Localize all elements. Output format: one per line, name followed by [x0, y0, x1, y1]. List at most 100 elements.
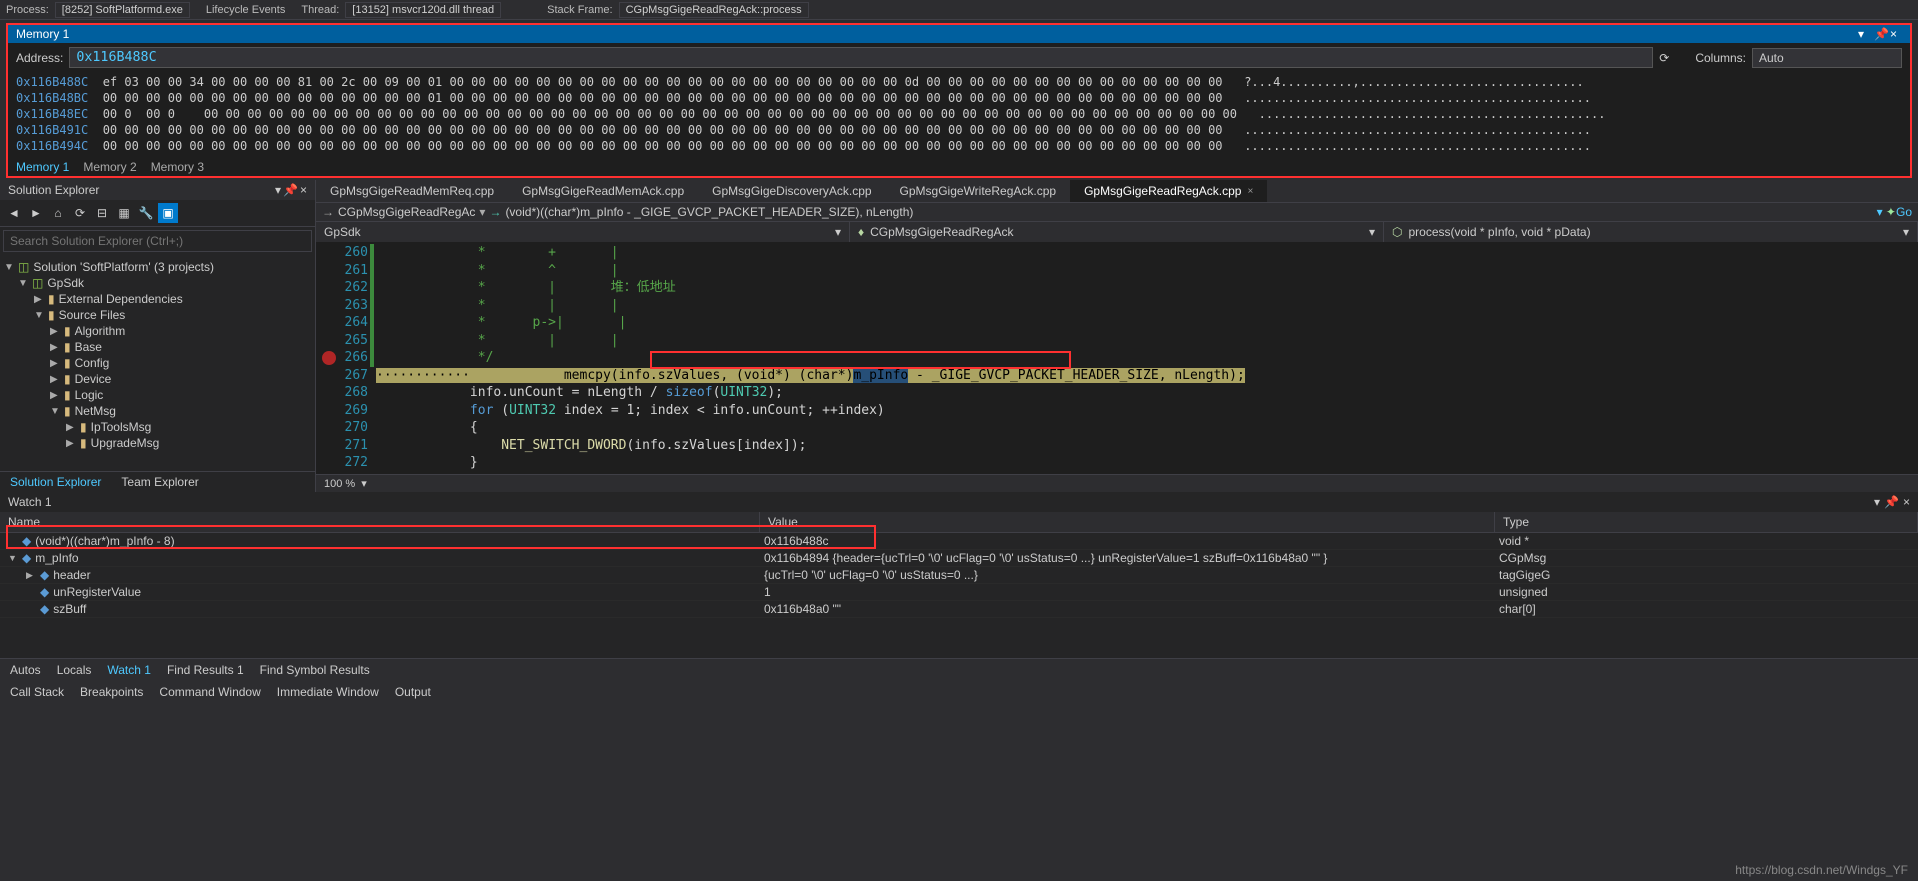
dropdown-icon[interactable]: ▾	[1858, 27, 1870, 39]
close-icon[interactable]: ×	[300, 183, 307, 197]
folder-upgrademsg[interactable]: ▶▮UpgradeMsg	[0, 435, 315, 451]
tab-readmemreq[interactable]: GpMsgGigeReadMemReq.cpp	[316, 180, 508, 202]
project-gpsdk[interactable]: ▼◫GpSdk	[0, 275, 315, 291]
col-header-value[interactable]: Value	[760, 512, 1495, 532]
refresh-icon[interactable]: ⟳	[1659, 51, 1669, 65]
crumb-class[interactable]: CGpMsgGigeReadRegAc	[338, 205, 475, 219]
lifecycle-events-btn[interactable]: Lifecycle Events	[206, 4, 285, 16]
nav-back-icon[interactable]: →	[322, 205, 334, 219]
folder-algorithm[interactable]: ▶▮Algorithm	[0, 323, 315, 339]
col-header-type[interactable]: Type	[1495, 512, 1918, 532]
refresh-icon[interactable]: ⟳	[70, 203, 90, 223]
tab-memory-3[interactable]: Memory 3	[151, 160, 204, 174]
tab-memory-2[interactable]: Memory 2	[83, 160, 136, 174]
watch-row[interactable]: ◆ unRegisterValue 1 unsigned	[0, 584, 1918, 601]
back-icon[interactable]: ◄	[4, 203, 24, 223]
tab-solution-explorer[interactable]: Solution Explorer	[0, 472, 111, 492]
se-title-text: Solution Explorer	[8, 183, 99, 197]
tab-output[interactable]: Output	[395, 685, 431, 699]
thread-dropdown[interactable]: [13152] msvcr120d.dll thread	[345, 2, 501, 18]
memory-tabs: Memory 1 Memory 2 Memory 3	[8, 158, 1910, 176]
code-lines[interactable]: * + | * ^ | * | 堆：低地址 * | | * p->| | * |…	[376, 242, 1918, 474]
memory-hex-dump[interactable]: 0x116B488C ef 03 00 00 34 00 00 00 00 81…	[8, 72, 1910, 158]
folder-netmsg[interactable]: ▼▮NetMsg	[0, 403, 315, 419]
breakpoint-icon[interactable]	[322, 351, 336, 365]
tab-team-explorer[interactable]: Team Explorer	[111, 472, 208, 492]
editor-breadcrumb: → CGpMsgGigeReadRegAc ▾ → (void*)((char*…	[316, 202, 1918, 221]
debug-bottom-tabs-2: Call Stack Breakpoints Command Window Im…	[0, 681, 1918, 703]
watch-panel: Watch 1 ▾ 📌 × Name Value Type ◆ (void*)(…	[0, 492, 1918, 658]
scope-project[interactable]: GpSdk▾	[316, 222, 850, 242]
watch-row[interactable]: ◆ (void*)((char*)m_pInfo - 8) 0x116b488c…	[0, 533, 1918, 550]
solution-explorer: Solution Explorer ▾ 📌 × ◄ ► ⌂ ⟳ ⊟ ▦ 🔧 ▣ …	[0, 180, 316, 492]
columns-dropdown[interactable]: Auto	[1752, 48, 1902, 68]
watch-rows[interactable]: ◆ (void*)((char*)m_pInfo - 8) 0x116b488c…	[0, 533, 1918, 618]
watch-row[interactable]: ◆ szBuff 0x116b48a0 "" char[0]	[0, 601, 1918, 618]
pin-icon[interactable]: 📌	[1874, 27, 1886, 39]
editor-area: GpMsgGigeReadMemReq.cpp GpMsgGigeReadMem…	[316, 180, 1918, 492]
tab-watch-1[interactable]: Watch 1	[107, 663, 151, 677]
external-deps[interactable]: ▶▮External Dependencies	[0, 291, 315, 307]
zoom-level[interactable]: 100 %	[324, 478, 355, 490]
dropdown-icon[interactable]: ▾	[275, 183, 281, 197]
tab-autos[interactable]: Autos	[10, 663, 41, 677]
tab-find-symbol-results[interactable]: Find Symbol Results	[260, 663, 370, 677]
source-files[interactable]: ▼▮Source Files	[0, 307, 315, 323]
code-editor[interactable]: 260261262263264265266267268269270271272 …	[316, 242, 1918, 474]
close-icon[interactable]: ×	[1890, 27, 1902, 39]
watch-columns-header: Name Value Type	[0, 512, 1918, 533]
process-dropdown[interactable]: [8252] SoftPlatformd.exe	[55, 2, 190, 18]
show-all-icon[interactable]: ▦	[114, 203, 134, 223]
collapse-icon[interactable]: ⊟	[92, 203, 112, 223]
watermark-url: https://blog.csdn.net/Windgs_YF	[1735, 863, 1908, 877]
pin-icon[interactable]: 📌	[283, 183, 298, 197]
folder-device[interactable]: ▶▮Device	[0, 371, 315, 387]
debug-toolbar: Process: [8252] SoftPlatformd.exe Lifecy…	[0, 0, 1918, 20]
scope-method[interactable]: ⬡process(void * pInfo, void * pData)▾	[1384, 222, 1918, 242]
se-tree[interactable]: ▼◫Solution 'SoftPlatform' (3 projects) ▼…	[0, 255, 315, 471]
home-icon[interactable]: ⌂	[48, 203, 68, 223]
process-label: Process:	[6, 4, 49, 16]
preview-icon[interactable]: ▣	[158, 203, 178, 223]
address-label: Address:	[16, 51, 63, 65]
memory-title-bar: Memory 1 ▾ 📌 ×	[8, 25, 1910, 43]
pin-icon[interactable]: 📌	[1884, 495, 1899, 509]
scope-class[interactable]: ♦CGpMsgGigeReadRegAck▾	[850, 222, 1384, 242]
close-icon[interactable]: ×	[1903, 495, 1910, 509]
go-button[interactable]: ▾ ✦Go	[1877, 205, 1912, 219]
memory-title-text: Memory 1	[16, 27, 69, 41]
forward-icon[interactable]: ►	[26, 203, 46, 223]
watch-row[interactable]: ▶ ◆ header {ucTrl=0 '\0' ucFlag=0 '\0' u…	[0, 567, 1918, 584]
se-search-row	[0, 227, 315, 255]
tab-find-results-1[interactable]: Find Results 1	[167, 663, 244, 677]
tab-discoveryack[interactable]: GpMsgGigeDiscoveryAck.cpp	[698, 180, 885, 202]
nav-arrow-icon: →	[489, 205, 501, 219]
se-bottom-tabs: Solution Explorer Team Explorer	[0, 471, 315, 492]
address-input[interactable]	[69, 47, 1653, 68]
se-search-input[interactable]	[3, 230, 312, 252]
solution-node[interactable]: ▼◫Solution 'SoftPlatform' (3 projects)	[0, 259, 315, 275]
stackframe-dropdown[interactable]: CGpMsgGigeReadRegAck::process	[619, 2, 809, 18]
tab-command-window[interactable]: Command Window	[159, 685, 260, 699]
tab-call-stack[interactable]: Call Stack	[10, 685, 64, 699]
tab-locals[interactable]: Locals	[57, 663, 92, 677]
folder-logic[interactable]: ▶▮Logic	[0, 387, 315, 403]
debug-bottom-tabs-1: Autos Locals Watch 1 Find Results 1 Find…	[0, 658, 1918, 681]
tab-writeregack[interactable]: GpMsgGigeWriteRegAck.cpp	[886, 180, 1071, 202]
close-tab-icon[interactable]: ×	[1247, 186, 1253, 197]
folder-iptoolsmsg[interactable]: ▶▮IpToolsMsg	[0, 419, 315, 435]
tab-immediate-window[interactable]: Immediate Window	[277, 685, 379, 699]
crumb-expression[interactable]: (void*)((char*)m_pInfo - _GIGE_GVCP_PACK…	[505, 205, 913, 219]
folder-base[interactable]: ▶▮Base	[0, 339, 315, 355]
dropdown-icon[interactable]: ▾	[1874, 495, 1880, 509]
folder-config[interactable]: ▶▮Config	[0, 355, 315, 371]
tab-memory-1[interactable]: Memory 1	[16, 160, 69, 174]
watch-row[interactable]: ▼ ◆ m_pInfo 0x116b4894 {header={ucTrl=0 …	[0, 550, 1918, 567]
tab-readmemack[interactable]: GpMsgGigeReadMemAck.cpp	[508, 180, 698, 202]
line-gutter: 260261262263264265266267268269270271272	[316, 242, 376, 474]
tab-breakpoints[interactable]: Breakpoints	[80, 685, 143, 699]
tab-readregack[interactable]: GpMsgGigeReadRegAck.cpp×	[1070, 180, 1267, 202]
zoom-dropdown-icon[interactable]: ▾	[361, 477, 367, 490]
properties-icon[interactable]: 🔧	[136, 203, 156, 223]
col-header-name[interactable]: Name	[0, 512, 760, 532]
